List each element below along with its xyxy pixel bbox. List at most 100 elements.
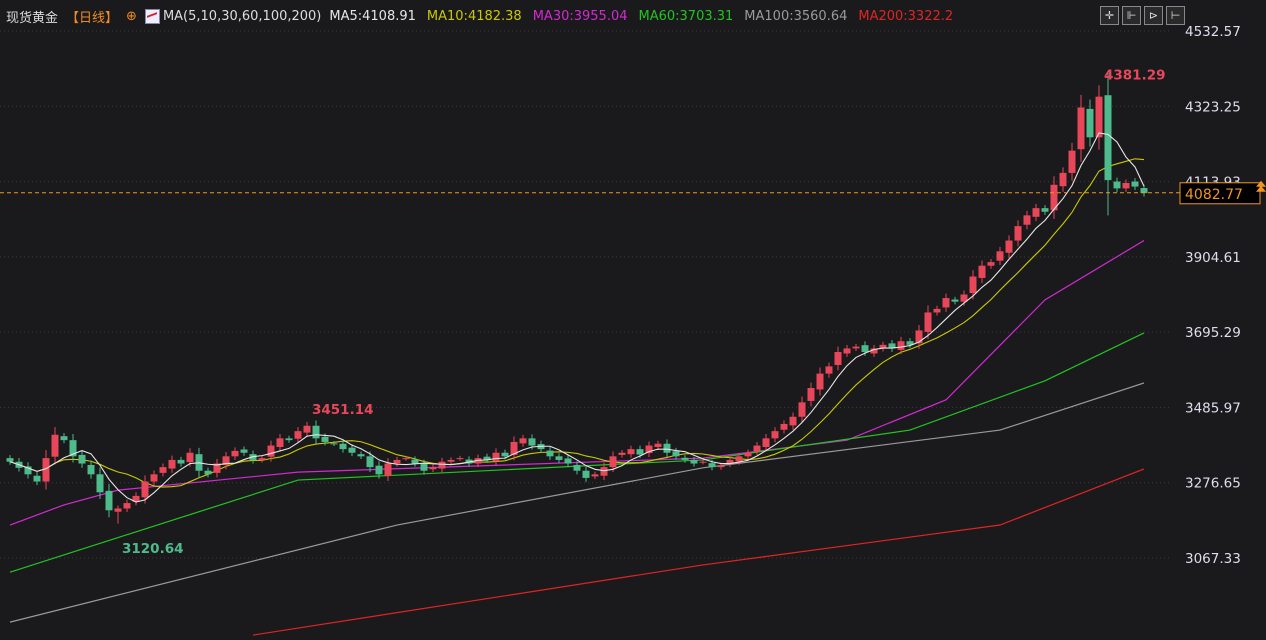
candle-body bbox=[159, 467, 167, 473]
candle-body bbox=[780, 423, 788, 430]
candle-body bbox=[744, 452, 752, 457]
candle-body bbox=[114, 508, 122, 512]
candle-body bbox=[348, 447, 356, 453]
candle bbox=[798, 396, 806, 423]
candle-body bbox=[258, 458, 266, 460]
candle bbox=[888, 339, 896, 352]
candle bbox=[447, 457, 455, 465]
candle-body bbox=[663, 443, 671, 453]
candle-body bbox=[393, 459, 401, 464]
candle bbox=[519, 434, 527, 447]
candle bbox=[825, 362, 833, 378]
candle bbox=[942, 293, 950, 312]
candle-body bbox=[816, 373, 824, 390]
candle-body bbox=[6, 458, 14, 462]
candle-body bbox=[1005, 240, 1013, 253]
candle-body bbox=[276, 438, 284, 447]
candle bbox=[213, 459, 221, 478]
candle-body bbox=[150, 474, 158, 482]
candle bbox=[1023, 210, 1031, 230]
candle bbox=[177, 456, 185, 467]
candle bbox=[1005, 235, 1013, 258]
candle-body bbox=[447, 459, 455, 462]
candle bbox=[492, 448, 500, 466]
candle bbox=[312, 420, 320, 444]
candle bbox=[240, 446, 248, 456]
candle bbox=[573, 461, 581, 475]
candle-body bbox=[384, 463, 392, 476]
candle-body bbox=[1131, 181, 1139, 187]
candle bbox=[843, 345, 851, 357]
candle-body bbox=[1032, 208, 1040, 217]
candle-body bbox=[501, 452, 509, 457]
candle bbox=[969, 270, 977, 300]
ma-line-ma10 bbox=[9, 158, 1145, 488]
candle bbox=[879, 341, 887, 352]
candle-body bbox=[87, 464, 95, 475]
candle-body bbox=[969, 276, 977, 294]
candle bbox=[366, 451, 374, 472]
candle bbox=[1113, 177, 1121, 193]
candle-body bbox=[492, 452, 500, 462]
candle bbox=[1131, 178, 1139, 190]
candle-body bbox=[861, 345, 869, 353]
candle-body bbox=[78, 454, 86, 464]
candle-body bbox=[942, 298, 950, 308]
candle-body bbox=[843, 348, 851, 354]
candle-body bbox=[591, 474, 599, 477]
candle-body bbox=[339, 443, 347, 450]
candle bbox=[1068, 142, 1076, 181]
candle-body bbox=[1113, 181, 1121, 189]
candle bbox=[546, 446, 554, 460]
candlestick-chart[interactable]: 4532.574323.254113.933904.613695.293485.… bbox=[0, 0, 1266, 640]
candle-body bbox=[294, 431, 302, 439]
candle-body bbox=[609, 456, 617, 468]
candle bbox=[1032, 203, 1040, 222]
candle-body bbox=[285, 438, 293, 441]
candle bbox=[429, 464, 437, 472]
candle bbox=[204, 467, 212, 478]
y-tick-label: 4323.25 bbox=[1185, 99, 1241, 115]
candle-body bbox=[708, 463, 716, 468]
candle bbox=[1059, 167, 1067, 192]
candle bbox=[87, 460, 95, 479]
candle bbox=[33, 472, 41, 486]
candle-body bbox=[321, 436, 329, 442]
candle bbox=[834, 346, 842, 371]
candle bbox=[132, 492, 140, 506]
candle bbox=[771, 427, 779, 443]
candle-body bbox=[96, 474, 104, 493]
y-tick-label: 4532.57 bbox=[1185, 24, 1241, 40]
candle-body bbox=[996, 251, 1004, 261]
candle bbox=[933, 305, 941, 316]
candle bbox=[222, 452, 230, 470]
candle-body bbox=[1086, 108, 1094, 138]
candle bbox=[780, 420, 788, 434]
candle-body bbox=[1014, 226, 1022, 241]
candle-body bbox=[582, 470, 590, 478]
candle bbox=[105, 483, 113, 518]
candle-body bbox=[429, 467, 437, 470]
candle bbox=[258, 455, 266, 463]
candle bbox=[645, 441, 653, 458]
candle-body bbox=[330, 443, 338, 445]
candle-body bbox=[231, 450, 239, 457]
candle-body bbox=[636, 449, 644, 455]
candle-body bbox=[123, 503, 131, 509]
candle-body bbox=[105, 490, 113, 511]
candle bbox=[159, 463, 167, 477]
candle bbox=[24, 462, 32, 479]
candle bbox=[852, 344, 860, 352]
candle-body bbox=[987, 262, 995, 266]
candle-body bbox=[168, 459, 176, 469]
candle-body bbox=[366, 456, 374, 468]
candle-body bbox=[825, 366, 833, 374]
candle-body bbox=[1077, 107, 1085, 150]
candle-body bbox=[555, 456, 563, 460]
candle bbox=[627, 445, 635, 458]
y-tick-label: 3067.33 bbox=[1185, 551, 1241, 567]
candle bbox=[789, 412, 797, 430]
candle-body bbox=[357, 454, 365, 457]
candle-body bbox=[1068, 150, 1076, 173]
candle bbox=[996, 246, 1004, 266]
